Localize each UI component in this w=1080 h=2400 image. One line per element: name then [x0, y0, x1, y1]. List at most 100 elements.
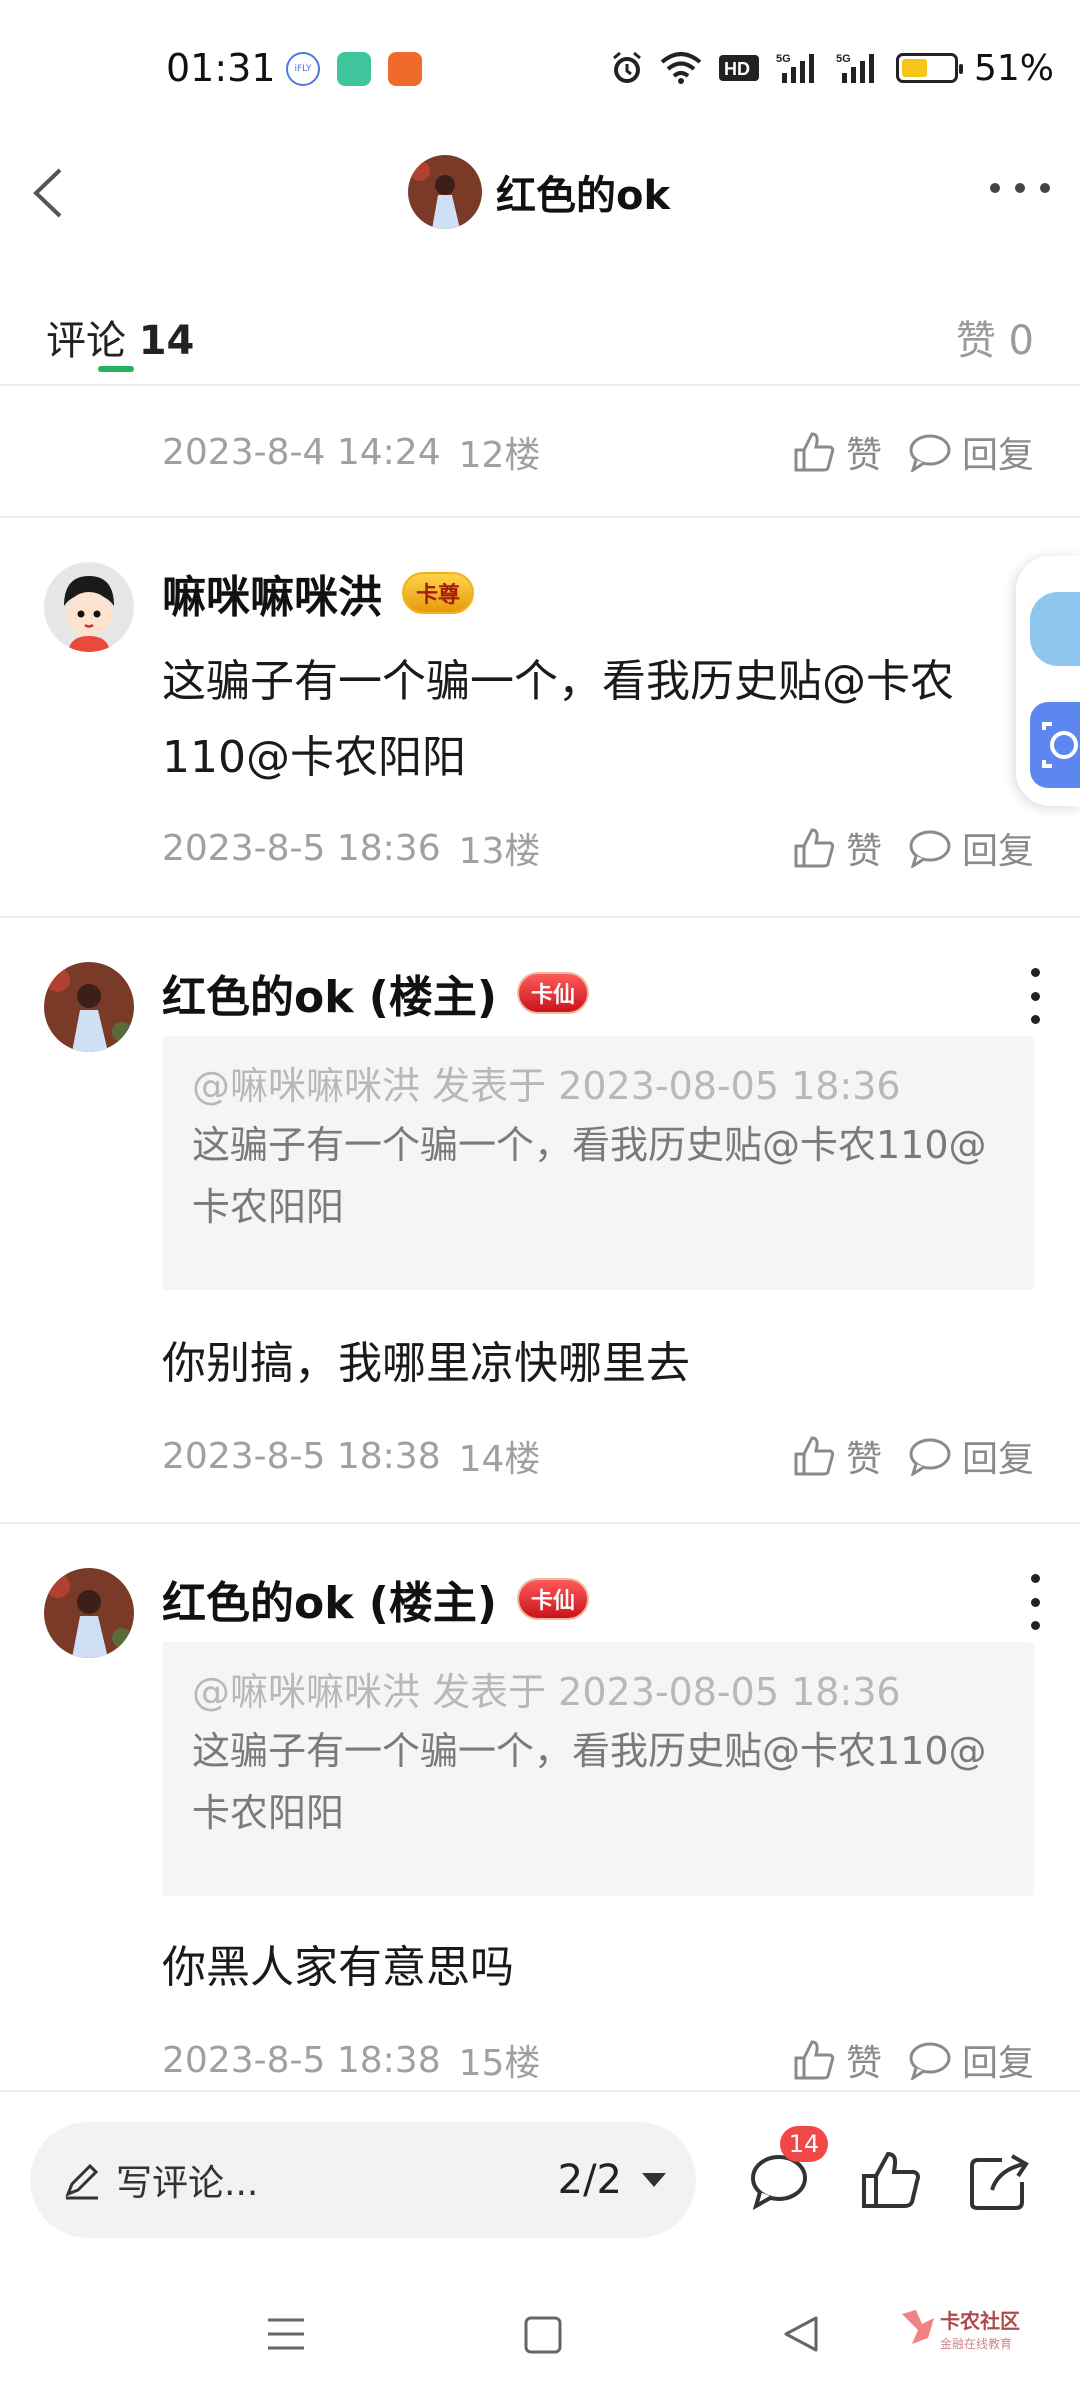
speech-bubble-icon — [909, 1438, 951, 1476]
thumbs-up-icon — [794, 828, 835, 868]
comment-item: 红色的ok (楼主) 卡仙 @嘛咪嘛咪洪 发表于 2023-08-05 18:3… — [0, 1524, 1080, 2090]
post-meta-row: 2023-8-4 14:24 12楼 赞 回复 — [162, 422, 1034, 482]
comment-tabs: 评论 14 赞 0 — [0, 290, 1080, 386]
post-meta-row: 2023-8-5 18:36 13楼 赞 回复 — [162, 818, 1034, 878]
reply-button[interactable]: 回复 — [908, 1430, 1034, 1482]
post-floor: 14楼 — [458, 1439, 541, 1480]
more-vertical-icon[interactable] — [1028, 1574, 1042, 1630]
reply-label: 回复 — [961, 435, 1034, 476]
user-name[interactable]: 红色的ok (楼主) — [162, 1567, 497, 1631]
thumbs-up-icon — [794, 2040, 835, 2080]
share-button[interactable] — [966, 2148, 1032, 2214]
like-button[interactable]: 赞 — [792, 2034, 882, 2086]
thumbs-up-icon — [794, 432, 835, 472]
speech-bubble-icon — [909, 2042, 951, 2080]
post-floor: 12楼 — [458, 435, 541, 476]
rank-badge: 卡尊 — [402, 572, 475, 614]
reply-label: 回复 — [961, 2043, 1034, 2084]
floating-assistant-widget[interactable] — [1016, 556, 1080, 806]
chevron-left-icon — [33, 168, 62, 218]
comment-text: 这骗子有一个骗一个，看我历史贴@卡农110@卡农阳阳 — [162, 656, 954, 783]
battery-percent: 51% — [973, 47, 1054, 89]
quoted-comment[interactable]: @嘛咪嘛咪洪 发表于 2023-08-05 18:36 这骗子有一个骗一个，看我… — [162, 1036, 1034, 1290]
like-thread-button[interactable] — [858, 2148, 924, 2214]
post-date: 2023-8-4 14:24 — [162, 431, 441, 473]
user-avatar[interactable] — [44, 562, 134, 652]
tab-active-indicator — [98, 366, 134, 372]
reply-button[interactable]: 回复 — [908, 822, 1034, 874]
signal-5g-icon: 5G — [776, 53, 814, 83]
comment-text: 你黑人家有意思吗 — [162, 1942, 514, 1993]
svg-text:卡农社区: 卡农社区 — [940, 2309, 1020, 2333]
signal-5g-icon: 5G — [836, 53, 874, 83]
speech-bubble-icon — [909, 434, 951, 472]
hd-icon: HD — [718, 55, 759, 81]
tab-likes[interactable]: 赞 0 — [956, 308, 1034, 366]
rank-badge: 卡仙 — [517, 1578, 590, 1620]
more-horizontal-icon[interactable] — [990, 178, 1050, 198]
reply-label: 回复 — [961, 1439, 1034, 1480]
quoted-comment[interactable]: @嘛咪嘛咪洪 发表于 2023-08-05 18:36 这骗子有一个骗一个，看我… — [162, 1642, 1034, 1896]
like-button[interactable]: 赞 — [792, 1430, 882, 1482]
status-time: 01:31 — [166, 46, 276, 90]
comments-button[interactable]: 14 — [746, 2126, 828, 2214]
status-indicators: HD 5G 5G 51% — [610, 47, 1054, 89]
owner-avatar[interactable] — [408, 155, 482, 229]
menu-icon[interactable] — [266, 2316, 306, 2352]
pencil-icon — [65, 2163, 99, 2200]
more-vertical-icon[interactable] — [1028, 968, 1042, 1024]
like-label: 赞 — [845, 2043, 882, 2084]
post-date: 2023-8-5 18:36 — [162, 827, 441, 869]
post-meta-row: 2023-8-5 18:38 15楼 赞 回复 — [162, 2030, 1034, 2090]
user-name[interactable]: 红色的ok (楼主) — [162, 961, 497, 1025]
svg-text:5G: 5G — [776, 53, 791, 65]
post-date: 2023-8-5 18:38 — [162, 1435, 441, 1477]
post-date: 2023-8-5 18:38 — [162, 2039, 441, 2081]
caret-down-icon[interactable] — [642, 2173, 666, 2187]
like-button[interactable]: 赞 — [792, 426, 882, 478]
alarm-icon — [613, 51, 641, 83]
thread-owner[interactable]: 红色的ok — [408, 150, 670, 234]
tab-comments-label: 评论 — [46, 318, 126, 364]
comment-count-badge: 14 — [780, 2126, 828, 2162]
reply-button[interactable]: 回复 — [908, 426, 1034, 478]
post-floor: 15楼 — [458, 2043, 541, 2084]
screen-scan-icon[interactable] — [1030, 702, 1080, 788]
kanong-watermark: 卡农社区 金融在线教育 — [898, 2304, 1038, 2360]
post-floor: 13楼 — [458, 831, 541, 872]
user-avatar[interactable] — [44, 1568, 134, 1658]
like-label: 赞 — [845, 831, 882, 872]
grid-app-icon — [388, 52, 422, 86]
thumbs-up-icon — [794, 1436, 835, 1476]
user-name[interactable]: 嘛咪嘛咪洪 — [162, 561, 382, 625]
home-icon[interactable] — [524, 2316, 562, 2354]
bottom-action-bar: 写评论... 2/2 14 — [0, 2090, 1080, 2270]
svg-text:金融在线教育: 金融在线教育 — [940, 2336, 1012, 2351]
user-avatar[interactable] — [44, 962, 134, 1052]
battery-icon — [895, 53, 963, 83]
write-comment-placeholder: 写评论... — [116, 2163, 259, 2204]
reply-button[interactable]: 回复 — [908, 2034, 1034, 2086]
tab-comments[interactable]: 评论 14 — [46, 308, 194, 366]
rank-badge: 卡仙 — [517, 972, 590, 1014]
page-indicator[interactable]: 2/2 — [558, 2157, 622, 2203]
comment-text: 你别搞，我哪里凉快哪里去 — [162, 1338, 690, 1389]
like-button[interactable]: 赞 — [792, 822, 882, 874]
back-triangle-icon[interactable] — [782, 2314, 822, 2354]
speech-bubble-icon — [909, 830, 951, 868]
quote-header: @嘛咪嘛咪洪 发表于 2023-08-05 18:36 — [192, 1064, 901, 1108]
shield-app-icon — [337, 52, 371, 86]
quote-text: 这骗子有一个骗一个，看我历史贴@卡农110@卡农阳阳 — [192, 1729, 987, 1835]
ifly-icon: iFLY — [286, 52, 320, 86]
wifi-icon — [660, 52, 702, 84]
like-label: 赞 — [845, 435, 882, 476]
share-icon — [970, 2154, 1029, 2210]
assistant-bear-icon[interactable] — [1030, 592, 1080, 666]
thumbs-up-icon — [862, 2151, 920, 2208]
write-comment-input[interactable]: 写评论... 2/2 — [30, 2122, 696, 2238]
page-title: 红色的ok — [496, 173, 671, 219]
post-meta-row: 2023-8-5 18:38 14楼 赞 回复 — [162, 1426, 1034, 1486]
back-button[interactable] — [22, 158, 82, 228]
svg-text:5G: 5G — [836, 53, 851, 65]
like-label: 赞 — [845, 1439, 882, 1480]
